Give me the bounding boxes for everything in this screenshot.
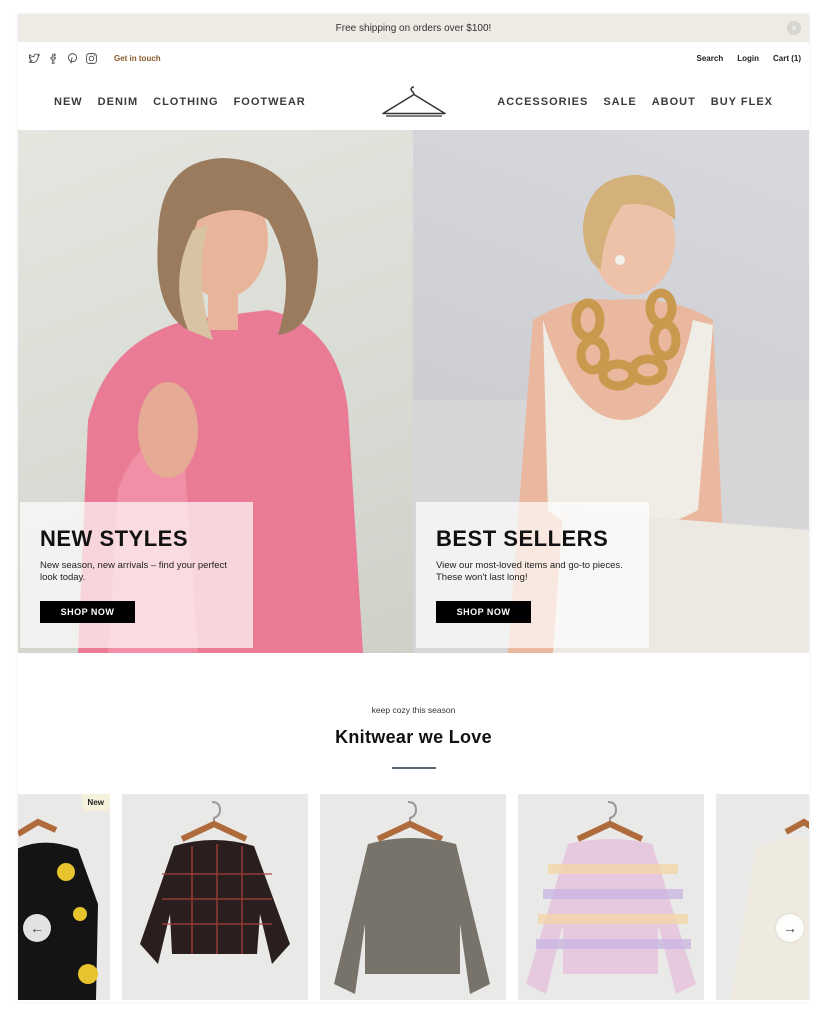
announcement-text: Free shipping on orders over $100!	[335, 22, 492, 34]
carousel-prev-button[interactable]: ←	[23, 914, 51, 942]
product-carousel: New	[18, 794, 809, 1000]
hanger-logo-icon[interactable]	[381, 84, 447, 118]
shop-now-button-left[interactable]: SHOP NOW	[40, 601, 135, 623]
nav-item-sale[interactable]: SALE	[603, 96, 636, 108]
close-icon[interactable]: ×	[787, 21, 801, 35]
facebook-icon[interactable]	[47, 52, 60, 65]
product-card[interactable]	[716, 794, 809, 1000]
social-links: Get in touch	[28, 52, 161, 65]
main-nav: NEW DENIM CLOTHING FOOTWEAR ACCESSORIES …	[18, 74, 809, 130]
hero-text-left: New season, new arrivals – find your per…	[40, 560, 227, 583]
section-eyebrow: keep cozy this season	[371, 705, 456, 715]
hero-overlay-left: NEW STYLES New season, new arrivals – fi…	[20, 502, 253, 648]
page-frame: Free shipping on orders over $100! × Get…	[18, 14, 809, 1002]
utility-bar: Get in touch Search Login Cart (1)	[18, 42, 809, 74]
hero-title-left: NEW STYLES	[40, 526, 189, 551]
account-links: Search Login Cart (1)	[697, 54, 801, 63]
instagram-icon[interactable]	[85, 52, 98, 65]
nav-item-clothing[interactable]: CLOTHING	[153, 96, 218, 108]
arrow-left-icon: ←	[30, 920, 44, 936]
sweater-cream-image	[731, 818, 809, 1000]
product-card[interactable]	[122, 794, 308, 1000]
hero-title-right: BEST SELLERS	[436, 526, 609, 551]
arrow-right-icon: →	[783, 920, 797, 936]
nav-left: NEW DENIM CLOTHING FOOTWEAR	[54, 96, 306, 108]
hero-panel-new-styles[interactable]: NEW STYLES New season, new arrivals – fi…	[18, 130, 413, 653]
product-card[interactable]	[320, 794, 506, 1000]
hero-overlay-right: BEST SELLERS View our most-loved items a…	[416, 502, 649, 648]
sweater-grey-image	[334, 801, 490, 994]
product-card[interactable]	[518, 794, 704, 1000]
sweater-black-floral-image	[18, 818, 98, 1000]
shop-now-button-right[interactable]: SHOP NOW	[436, 601, 531, 623]
pinterest-icon[interactable]	[66, 52, 79, 65]
carousel-next-button[interactable]: →	[776, 914, 804, 942]
twitter-icon[interactable]	[28, 52, 41, 65]
new-badge: New	[81, 794, 110, 811]
knitwear-section-header: keep cozy this season Knitwear we Love	[18, 653, 809, 769]
nav-item-buy-flex[interactable]: BUY FLEX	[711, 96, 773, 108]
section-title: Knitwear we Love	[335, 727, 492, 747]
sweater-pastel-stripe-image	[526, 801, 696, 994]
hero-panel-best-sellers[interactable]: BEST SELLERS View our most-loved items a…	[413, 130, 809, 653]
nav-item-footwear[interactable]: FOOTWEAR	[234, 96, 306, 108]
nav-right: ACCESSORIES SALE ABOUT BUY FLEX	[497, 96, 773, 108]
announcement-bar: Free shipping on orders over $100! ×	[18, 14, 809, 42]
nav-item-denim[interactable]: DENIM	[98, 96, 138, 108]
nav-item-new[interactable]: NEW	[54, 96, 83, 108]
login-link[interactable]: Login	[737, 54, 759, 63]
sweater-plaid-image	[140, 801, 290, 964]
cart-link[interactable]: Cart (1)	[773, 54, 801, 63]
product-card[interactable]: New	[18, 794, 110, 1000]
section-divider	[391, 767, 436, 769]
hero: NEW STYLES New season, new arrivals – fi…	[18, 130, 809, 653]
nav-item-about[interactable]: ABOUT	[652, 96, 696, 108]
hero-text-right: View our most-loved items and go-to piec…	[436, 560, 623, 583]
get-in-touch-link[interactable]: Get in touch	[114, 54, 161, 63]
nav-item-accessories[interactable]: ACCESSORIES	[497, 96, 588, 108]
search-link[interactable]: Search	[697, 54, 724, 63]
